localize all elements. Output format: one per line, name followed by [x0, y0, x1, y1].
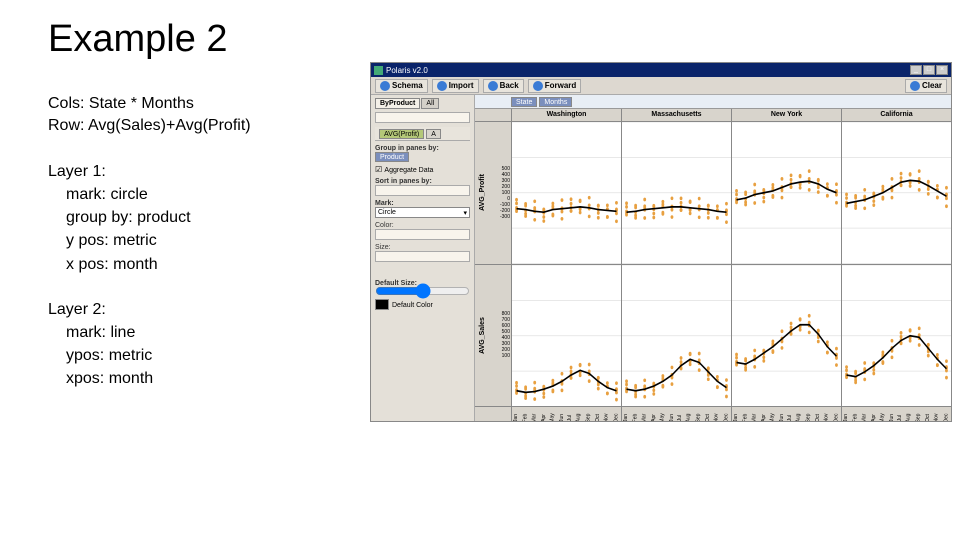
col-pill-state[interactable]: State	[511, 97, 537, 107]
tab-byproduct[interactable]: ByProduct	[375, 98, 420, 109]
layer1-header: Layer 1:	[48, 160, 370, 183]
app-icon	[374, 66, 383, 75]
group-value[interactable]: Product	[375, 152, 409, 162]
row-axis-0: AVG_Profit5004003002001000-100-200-300	[475, 122, 511, 264]
grid-corner-bottom	[475, 407, 511, 421]
layer2-block: Layer 2: mark: line ypos: metric xpos: m…	[48, 298, 370, 391]
toolbar: Schema Import Back Forward Clear	[371, 77, 951, 95]
yticks-profit: 5004003002001000-100-200-300	[489, 164, 511, 222]
col-shelf[interactable]: State Months	[475, 95, 951, 109]
clear-icon	[910, 81, 920, 91]
xaxis-2: JanFebMarAprMayJunJulAugSepOctNovDec	[732, 407, 841, 421]
row-pill-ind[interactable]: A	[426, 129, 441, 139]
forward-button[interactable]: Forward	[528, 79, 582, 93]
tab-all[interactable]: All	[421, 98, 439, 109]
cols-spec: Cols: State * Months	[48, 93, 370, 115]
cell-profit-2	[732, 122, 841, 264]
cell-sales-0	[512, 265, 621, 407]
col-header-0: Washington	[512, 109, 621, 121]
back-button[interactable]: Back	[483, 79, 524, 93]
layer1-xpos: x pos: month	[48, 253, 370, 276]
mark-label: Mark:	[375, 200, 470, 207]
group-label: Group in panes by:	[375, 145, 470, 152]
cell-profit-3	[842, 122, 951, 264]
size-field[interactable]	[375, 251, 470, 262]
cell-profit-1	[622, 122, 731, 264]
layer1-block: Layer 1: mark: circle group by: product …	[48, 160, 370, 276]
size-slider[interactable]	[375, 287, 470, 295]
layer2-mark: mark: line	[48, 321, 370, 344]
minimize-button[interactable]: _	[910, 65, 922, 75]
color-field[interactable]	[375, 229, 470, 240]
schema-icon	[380, 81, 390, 91]
col-header-1: Massachusetts	[622, 109, 731, 121]
side-panel: ByProduct All AVG(Profit) A Group in pan…	[371, 95, 475, 421]
size-label: Size:	[375, 244, 470, 251]
cell-profit-0	[512, 122, 621, 264]
chart-area: State Months WashingtonMassachusettsNew …	[475, 95, 951, 421]
color-label: Color:	[375, 222, 470, 229]
col-pill-months[interactable]: Months	[539, 97, 572, 107]
import-icon	[437, 81, 447, 91]
field-drop-1[interactable]	[375, 112, 470, 123]
cell-sales-2	[732, 265, 841, 407]
forward-icon	[533, 81, 543, 91]
layer2-header: Layer 2:	[48, 298, 370, 321]
col-header-3: California	[842, 109, 951, 121]
import-button[interactable]: Import	[432, 79, 479, 93]
sort-field[interactable]	[375, 185, 470, 196]
grid-corner	[475, 109, 511, 121]
layer1-group: group by: product	[48, 206, 370, 229]
mark-select[interactable]: Circle	[375, 207, 470, 218]
row-spec: Row: Avg(Sales)+Avg(Profit)	[48, 115, 370, 137]
back-icon	[488, 81, 498, 91]
spec-block: Cols: State * Months Row: Avg(Sales)+Avg…	[48, 93, 370, 138]
xaxis-3: JanFebMarAprMayJunJulAugSepOctNovDec	[842, 407, 951, 421]
col-header-2: New York	[732, 109, 841, 121]
layer2-xpos: xpos: month	[48, 367, 370, 390]
row-pill-avg[interactable]: AVG(Profit)	[379, 129, 424, 139]
cell-sales-1	[622, 265, 731, 407]
yticks-sales: 800700600500400300200100	[489, 309, 511, 361]
sort-label: Sort in panes by:	[375, 178, 470, 185]
layer1-ypos: y pos: metric	[48, 229, 370, 252]
clear-button[interactable]: Clear	[905, 79, 947, 93]
layer2-ypos: ypos: metric	[48, 344, 370, 367]
defcolor-label: Default Color	[392, 302, 433, 309]
window-title: Polaris v2.0	[386, 66, 428, 75]
aggregate-check[interactable]: Aggregate Data	[375, 165, 470, 174]
facet-grid: WashingtonMassachusettsNew YorkCaliforni…	[475, 109, 951, 421]
slide-title: Example 2	[48, 18, 370, 61]
cell-sales-3	[842, 265, 951, 407]
row-axis-1: AVG_Sales800700600500400300200100	[475, 265, 511, 407]
color-swatch[interactable]	[375, 299, 389, 310]
titlebar[interactable]: Polaris v2.0 _ □ ×	[371, 63, 951, 77]
polaris-window: Polaris v2.0 _ □ × Schema Import Back Fo…	[370, 62, 952, 422]
close-button[interactable]: ×	[936, 65, 948, 75]
layer1-mark: mark: circle	[48, 183, 370, 206]
maximize-button[interactable]: □	[923, 65, 935, 75]
xaxis-1: JanFebMarAprMayJunJulAugSepOctNovDec	[622, 407, 731, 421]
xaxis-0: JanFebMarAprMayJunJulAugSepOctNovDec	[512, 407, 621, 421]
schema-button[interactable]: Schema	[375, 79, 428, 93]
